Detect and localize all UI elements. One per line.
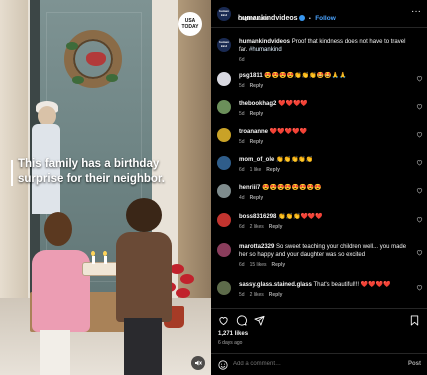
video-player[interactable]: ello This family has a birthday surprise… xyxy=(0,0,211,375)
candle xyxy=(104,256,107,264)
hashtag-link[interactable]: #humankind xyxy=(249,47,282,53)
comment-text: ❤️❤️❤️❤️ xyxy=(278,101,308,107)
comment-age: 6d xyxy=(239,224,245,230)
commenter-avatar[interactable] xyxy=(217,184,231,198)
comment-age: 5d xyxy=(239,83,245,89)
girl-jacket xyxy=(32,250,90,332)
candle-flame xyxy=(91,251,95,256)
commenter-avatar[interactable] xyxy=(217,72,231,86)
commenter-username[interactable]: sassy.glass.stained.glass xyxy=(239,282,312,288)
comment-like-heart-icon[interactable] xyxy=(416,103,423,110)
more-options-icon[interactable]: ··· xyxy=(411,7,421,17)
commenter-avatar[interactable] xyxy=(217,156,231,170)
wreath-leaf xyxy=(106,74,118,82)
boy-hair xyxy=(126,198,162,232)
comment-text: 👏👏👏👏👏 xyxy=(276,157,314,163)
comment-like-heart-icon[interactable] xyxy=(416,216,423,223)
post-header: human kind humankindvideos • Follow Origi… xyxy=(211,0,427,28)
comment-like-count[interactable]: 1 like xyxy=(250,167,262,173)
like-count[interactable]: 1,271 likes xyxy=(218,331,248,337)
comment-age: 6d xyxy=(239,262,245,268)
comment-icon[interactable] xyxy=(236,315,247,326)
reply-button[interactable]: Reply xyxy=(250,111,264,117)
commenter-username[interactable]: troananne xyxy=(239,129,268,135)
caption-username[interactable]: humankindvideos xyxy=(239,39,290,45)
post-panel: human kind humankindvideos • Follow Origi… xyxy=(211,0,427,375)
post-caption: human kind humankindvideos Proof that kin… xyxy=(211,38,427,66)
post-date: 6 days ago xyxy=(218,340,243,346)
reply-button[interactable]: Reply xyxy=(266,167,280,173)
caption-bar xyxy=(11,160,13,186)
commenter-username[interactable]: boss8316298 xyxy=(239,214,276,220)
audio-label[interactable]: Original audio xyxy=(238,16,269,22)
commenter-username[interactable]: henriii7 xyxy=(239,185,260,191)
comment-text: 😍😍😍😍😍😍😍😍 xyxy=(262,185,322,191)
comment-like-heart-icon[interactable] xyxy=(416,284,423,291)
candle xyxy=(92,256,95,264)
comment-like-heart-icon[interactable] xyxy=(416,159,423,166)
usa-today-logo: USA TODAY xyxy=(178,12,202,36)
wreath-leaf xyxy=(72,76,84,84)
comment-text: That's beautiful!!! ❤️❤️❤️❤️ xyxy=(313,282,391,288)
commenter-username[interactable]: marotta2329 xyxy=(239,244,274,250)
caption-avatar[interactable]: human kind xyxy=(217,38,231,52)
comment-text: ❤️❤️❤️❤️❤️ xyxy=(269,129,308,135)
post-comment-button[interactable]: Post xyxy=(408,361,421,367)
reply-button[interactable]: Reply xyxy=(250,83,264,89)
commenter-avatar[interactable] xyxy=(217,281,231,295)
commenter-username[interactable]: psg1811 xyxy=(239,73,263,79)
account-avatar[interactable]: human kind xyxy=(217,7,231,21)
commenter-avatar[interactable] xyxy=(217,128,231,142)
comment-age: 5d xyxy=(239,292,245,298)
add-comment-input[interactable] xyxy=(233,361,383,367)
comment-like-heart-icon[interactable] xyxy=(416,131,423,138)
mute-button[interactable] xyxy=(191,356,205,370)
comment-age: 5d xyxy=(239,139,245,145)
reply-button[interactable]: Reply xyxy=(269,292,283,298)
comment-age: 4d xyxy=(239,195,245,201)
reply-button[interactable]: Reply xyxy=(272,262,286,268)
comment-age: 6d xyxy=(239,167,245,173)
follow-button[interactable]: Follow xyxy=(315,15,336,22)
comment-text: 👏👏👏❤️❤️❤️ xyxy=(278,214,323,220)
emoji-icon[interactable] xyxy=(218,360,228,370)
girl-hair xyxy=(44,212,72,246)
boy-hoodie xyxy=(116,232,172,322)
add-comment-bar: Post xyxy=(211,353,427,375)
comment-like-heart-icon[interactable] xyxy=(416,75,423,82)
reply-button[interactable]: Reply xyxy=(269,224,283,230)
comment-like-count[interactable]: 2 likes xyxy=(250,292,264,298)
speaker-muted-icon xyxy=(195,360,202,366)
commenter-avatar[interactable] xyxy=(217,213,231,227)
commenter-avatar[interactable] xyxy=(217,100,231,114)
comment-age: 5d xyxy=(239,111,245,117)
boy-legs xyxy=(124,318,162,375)
comment-text: 😍😍😍😍👏👏👏🤩🤩🙏🙏 xyxy=(264,73,347,79)
commenter-username[interactable]: mom_of_ole xyxy=(239,157,274,163)
commenter-username[interactable]: thebookhag2 xyxy=(239,101,276,107)
comment-like-heart-icon[interactable] xyxy=(416,249,423,256)
share-icon[interactable] xyxy=(254,315,265,326)
wreath-leaf xyxy=(66,42,78,50)
neighbor-head xyxy=(38,106,56,126)
wreath-bow xyxy=(86,52,106,66)
comment-like-heart-icon[interactable] xyxy=(416,187,423,194)
reply-button[interactable]: Reply xyxy=(250,139,264,145)
comment-like-count[interactable]: 15 likes xyxy=(250,262,267,268)
video-caption: This family has a birthday surprise for … xyxy=(18,158,165,185)
reply-button[interactable]: Reply xyxy=(250,195,264,201)
commenter-avatar[interactable] xyxy=(217,243,231,257)
girl-legs xyxy=(40,330,70,375)
bookmark-icon[interactable] xyxy=(409,315,420,326)
caption-age: 6d xyxy=(239,57,245,63)
verified-icon xyxy=(298,15,305,21)
action-bar xyxy=(211,308,427,330)
like-heart-icon[interactable] xyxy=(218,315,229,326)
candle-flame xyxy=(103,251,107,256)
comment-like-count[interactable]: 2 likes xyxy=(250,224,264,230)
